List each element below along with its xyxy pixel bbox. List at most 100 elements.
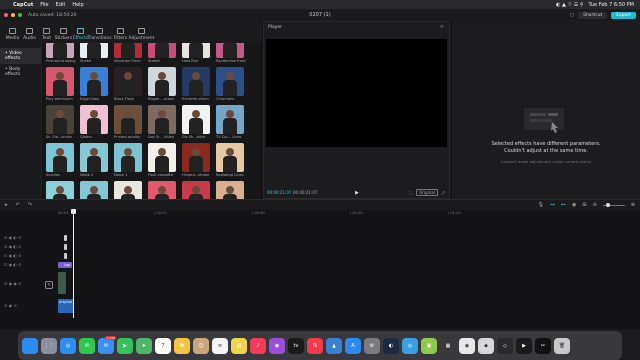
redo-icon[interactable]: ↷ — [28, 202, 32, 208]
effect-item[interactable]: Dis Sk...blind — [182, 105, 213, 143]
status-icons[interactable]: ◐ ▲ ⌔ ☰ ⚲ — [556, 2, 583, 8]
dock-roblox-icon[interactable]: ◆ — [478, 337, 494, 354]
dock-capcut-editor-icon[interactable]: ▣ — [421, 337, 437, 354]
dock-notes-icon[interactable]: ▤ — [231, 337, 247, 354]
tab-adjustment[interactable]: Adjustment — [129, 21, 154, 43]
fullscreen-icon[interactable]: ⤢ — [442, 190, 445, 195]
dock-podcasts-icon[interactable]: ◉ — [269, 337, 285, 354]
effect-item[interactable]: Noise 2 — [80, 143, 111, 181]
crop-icon[interactable]: ⛶ — [409, 190, 412, 195]
dock-capcut-icon[interactable]: ✂ — [535, 337, 551, 354]
edit-icon[interactable]: ✎ — [45, 281, 53, 289]
menu-edit[interactable]: Edit — [56, 2, 66, 8]
effect-item[interactable] — [182, 181, 213, 199]
link-icon[interactable]: ⊶ — [550, 202, 555, 208]
effect-item[interactable]: Dot Gr... Video — [148, 105, 179, 143]
timeline-tracks[interactable]: ⊡ ◉ ◐ ⊙ ⊡ ◉ ◐ ⊙ ⊡ ◉ ◐ ⊙ ⊡ ◉ ◐ ⊙ ⊡ ◉ ◉ ⊙ … — [0, 218, 640, 329]
effect-item[interactable] — [114, 181, 145, 199]
dock-launchpad-icon[interactable]: ⋮⋮ — [41, 337, 57, 354]
effect-item[interactable]: Randomize frame — [216, 43, 247, 67]
effect-item[interactable]: Pinkround swing — [46, 43, 77, 67]
dock-system-preferences-icon[interactable]: ⚙ — [364, 337, 380, 354]
dock-mail-icon[interactable]: ✉ 1,232 — [98, 335, 116, 354]
maximize-window-button[interactable] — [18, 13, 22, 17]
dock-tv-icon[interactable]: tv — [288, 337, 304, 354]
magnet-icon[interactable]: ⊷ — [561, 202, 566, 208]
effect-item[interactable]: Scanlen — [46, 143, 77, 181]
dock-play-icon[interactable]: ▶ — [516, 337, 532, 354]
dock-news-icon[interactable]: N — [307, 337, 323, 354]
dock-maps-icon[interactable]: ➤ — [136, 337, 152, 354]
dock-roblox-studio-icon[interactable]: ◇ — [497, 337, 513, 354]
close-window-button[interactable] — [4, 13, 8, 17]
effect-item[interactable] — [80, 181, 111, 199]
tab-transitions[interactable]: Transitions — [87, 21, 112, 43]
effect-item[interactable]: Chromatic — [216, 67, 247, 105]
effect-item[interactable] — [46, 181, 77, 199]
audio-clip[interactable]: original — [58, 299, 74, 313]
effect-item[interactable]: Hinged...stroke — [182, 143, 213, 181]
playhead[interactable] — [71, 209, 76, 318]
preview-screen[interactable] — [266, 39, 447, 147]
effect-item[interactable]: Extreme vision — [182, 67, 213, 105]
effect-item[interactable]: Black Flash — [114, 67, 145, 105]
tab-text[interactable]: Text — [38, 21, 55, 43]
effect-item[interactable]: Play pendulum — [46, 67, 77, 105]
dock-facetime-icon[interactable]: ▶ — [117, 337, 133, 354]
snap-icon[interactable]: ⊞ — [582, 202, 586, 208]
undo-icon[interactable]: ↶ — [16, 202, 20, 208]
effect-item[interactable]: Edge Glow — [80, 67, 111, 105]
effect-item[interactable] — [148, 181, 179, 199]
mic-icon[interactable]: 🎙 — [538, 202, 544, 208]
layout-icon[interactable]: ▢ — [570, 13, 574, 18]
dock-contacts-icon[interactable]: ☺ — [193, 337, 209, 354]
dock-browser-icon[interactable]: ◎ — [402, 337, 418, 354]
effect-item[interactable]: Printed quality — [114, 105, 145, 143]
effect-item[interactable]: Fault cassette — [148, 143, 179, 181]
play-icon[interactable]: ▶ — [355, 190, 359, 196]
effect-item[interactable]: Gleam — [80, 105, 111, 143]
tab-stickers[interactable]: Stickers — [55, 21, 72, 43]
ratio-button[interactable]: Original — [416, 189, 438, 196]
dock-app-store-icon[interactable]: A — [345, 337, 361, 354]
dock-reminders-icon[interactable]: ≡ — [212, 337, 228, 354]
minimize-window-button[interactable] — [11, 13, 15, 17]
dock-calendar-icon[interactable]: 7 — [155, 337, 171, 354]
zoom-out-icon[interactable]: ⊖ — [593, 202, 597, 208]
tab-audio[interactable]: Audio — [21, 21, 38, 43]
shortcut-button[interactable]: Shortcut — [578, 11, 608, 19]
menu-help[interactable]: Help — [72, 2, 83, 8]
effect-clip[interactable] — [64, 253, 67, 259]
dock-photos-icon[interactable]: ✿ — [174, 337, 190, 354]
effect-item[interactable]: Ripple ...urban — [148, 67, 179, 105]
dock-messages-icon[interactable]: ✉ — [79, 337, 95, 354]
select-icon[interactable]: ▸ — [5, 202, 8, 208]
dock-safari-icon[interactable]: ◎ — [60, 337, 76, 354]
dock-finder-icon[interactable] — [22, 337, 38, 354]
video-clip[interactable] — [58, 272, 66, 294]
menu-datetime[interactable]: Tue Feb 7 6:50 PM — [589, 2, 635, 8]
zoom-slider[interactable] — [602, 202, 625, 207]
sidebar-item-body-effects[interactable]: • Body effects — [0, 64, 41, 80]
dock-screen-tool-icon[interactable]: ▦ — [440, 337, 456, 354]
tab-media[interactable]: Media — [4, 21, 21, 43]
timeline-ruler[interactable]: 00:00 | 00:20 | 00:40 | 01:00 | 01:20 — [56, 210, 640, 218]
text-clip[interactable]: Lap — [58, 262, 72, 268]
preview-axis-icon[interactable]: ◉ — [572, 202, 576, 208]
effect-item[interactable]: TV Col... Lines — [216, 105, 247, 143]
effect-clip[interactable] — [64, 235, 67, 241]
zoom-in-icon[interactable]: ⊕ — [631, 202, 635, 208]
dock-trash-icon[interactable]: 🗑 — [554, 337, 570, 354]
effect-item[interactable]: Strobe — [148, 43, 179, 67]
effect-item[interactable] — [216, 181, 247, 199]
effect-item[interactable]: Shake — [80, 43, 111, 67]
menu-file[interactable]: File — [40, 2, 48, 8]
effect-item[interactable]: Noise 1 — [114, 143, 145, 181]
effect-clip[interactable] — [64, 244, 67, 250]
effect-item[interactable]: Vibration Flash — [114, 43, 145, 67]
dock-steam-icon[interactable]: ◐ — [383, 337, 399, 354]
dock-music-icon[interactable]: ♪ — [250, 337, 266, 354]
effect-item[interactable]: Sc. Fle...ionize — [46, 105, 77, 143]
dock-keynote-icon[interactable]: ▲ — [326, 337, 342, 354]
menu-app-name[interactable]: CapCut — [13, 2, 33, 8]
